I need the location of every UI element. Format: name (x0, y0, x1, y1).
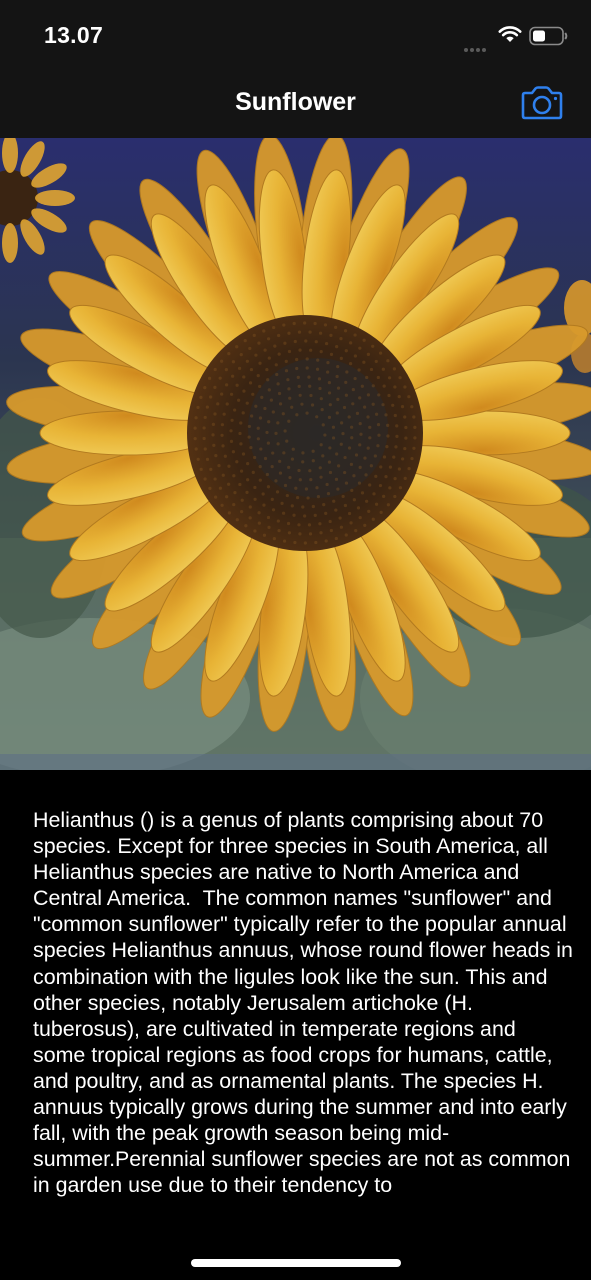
battery-icon (529, 26, 569, 51)
home-indicator (191, 1259, 401, 1267)
camera-button[interactable] (518, 85, 566, 123)
navigation-bar: Sunflower (0, 66, 591, 138)
status-time: 13.07 (44, 22, 104, 48)
sunflower-photo (0, 138, 591, 770)
wifi-icon (498, 25, 522, 48)
page-title: Sunflower (235, 88, 356, 116)
status-bar: 13.07 (0, 0, 591, 66)
camera-icon (521, 86, 563, 120)
signal-dots-icon (464, 39, 488, 57)
description-text: Helianthus () is a genus of plants compr… (33, 808, 573, 1198)
